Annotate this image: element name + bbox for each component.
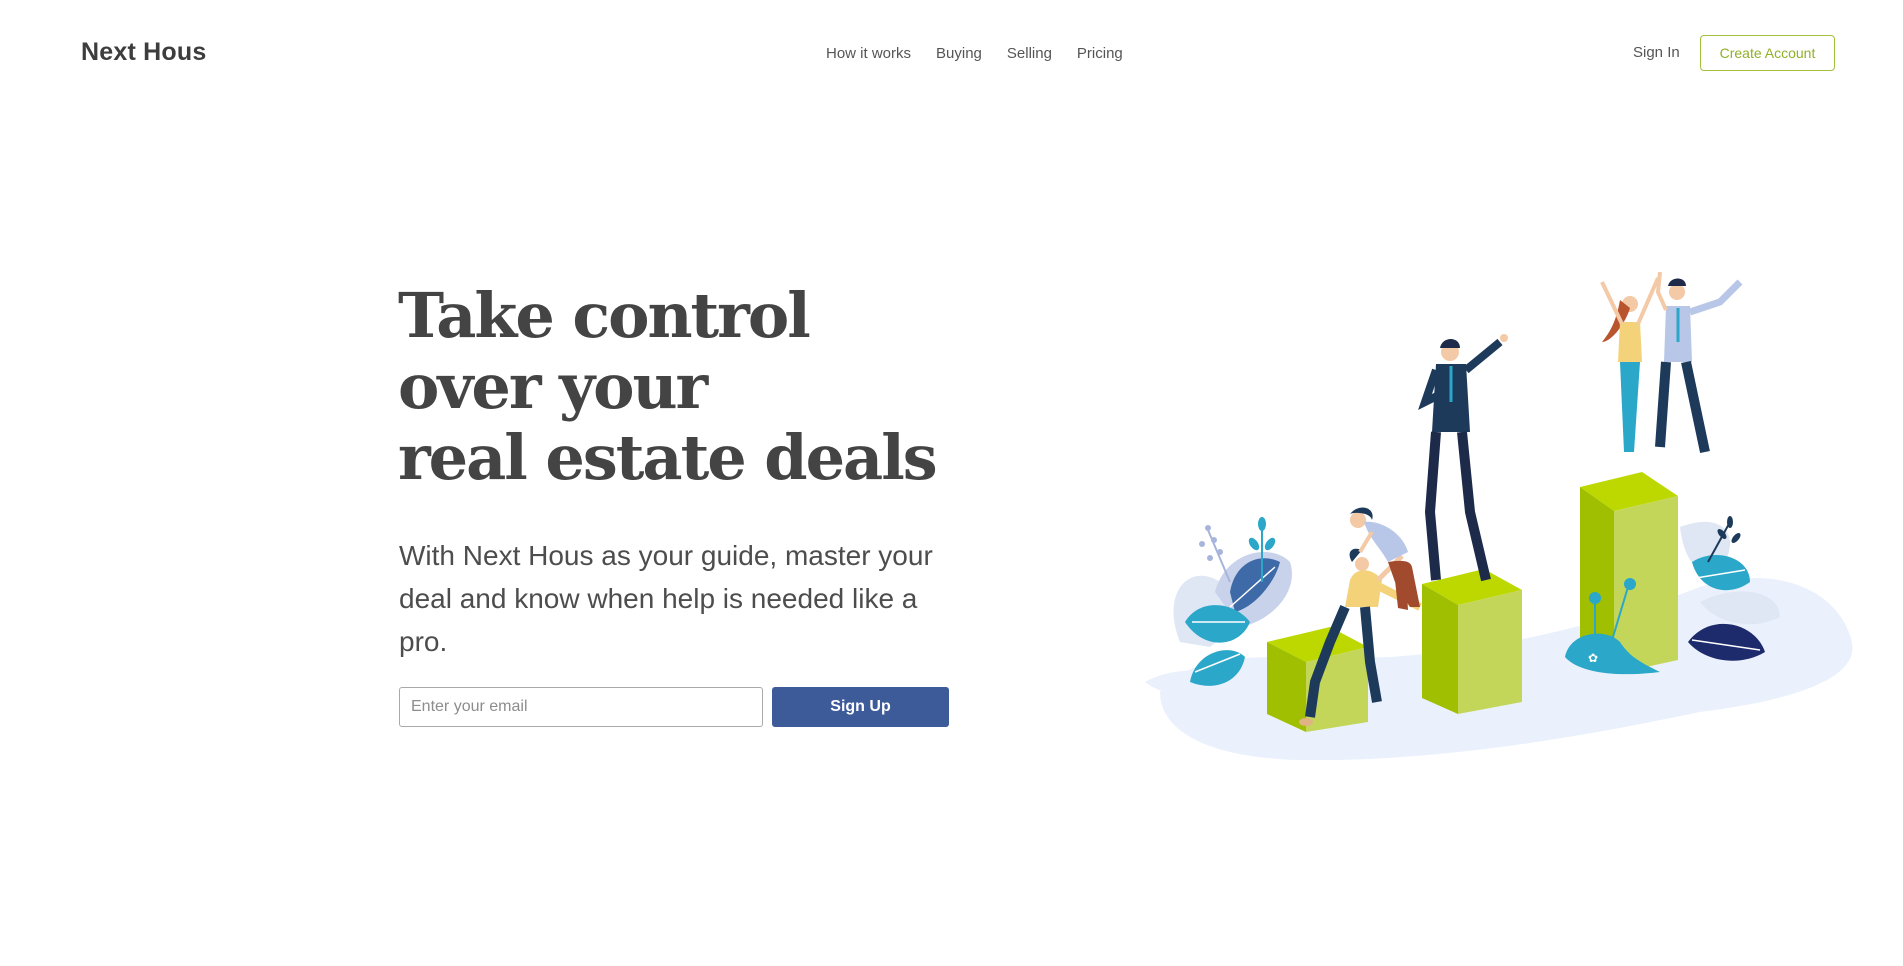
nav-link-selling[interactable]: Selling — [1007, 45, 1052, 62]
email-input[interactable] — [399, 687, 763, 727]
page: Next Hous How it works Buying Selling Pr… — [0, 0, 1903, 966]
svg-text:✿: ✿ — [1588, 651, 1598, 665]
headline-line-2: over your — [398, 350, 708, 423]
main-nav: How it works Buying Selling Pricing — [826, 45, 1123, 62]
headline-line-1: Take control — [398, 279, 811, 352]
sign-up-button[interactable]: Sign Up — [772, 687, 949, 727]
site-header: Next Hous How it works Buying Selling Pr… — [0, 0, 1903, 106]
headline-line-3: real estate deals — [398, 421, 938, 494]
sign-in-link[interactable]: Sign In — [1633, 44, 1680, 61]
nav-link-buying[interactable]: Buying — [936, 45, 982, 62]
hero-subtext: With Next Hous as your guide, master you… — [399, 540, 933, 657]
team-celebrating-on-podiums-illustration: ✿ — [1145, 271, 1853, 761]
logo[interactable]: Next Hous — [81, 38, 206, 67]
create-account-button[interactable]: Create Account — [1700, 35, 1835, 71]
nav-link-how-it-works[interactable]: How it works — [826, 45, 911, 62]
nav-link-pricing[interactable]: Pricing — [1077, 45, 1123, 62]
hero-headline: Take control over your real estate deals — [398, 279, 938, 494]
